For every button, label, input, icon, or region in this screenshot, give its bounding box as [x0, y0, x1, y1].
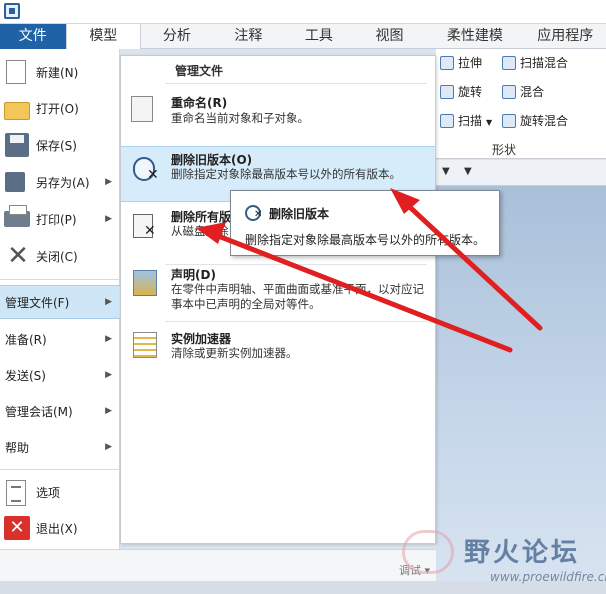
menu-divider	[0, 279, 120, 280]
tab-model[interactable]: 模型	[65, 24, 142, 49]
menu-close[interactable]: ✕ 关闭(C)	[0, 239, 120, 273]
rename-icon	[127, 92, 159, 124]
tab-view[interactable]: 视图	[354, 24, 426, 49]
chevron-down-icon[interactable]: ▼	[464, 166, 472, 177]
submenu-title: 管理文件	[175, 64, 224, 78]
tab-annotate[interactable]: 注释	[213, 24, 285, 49]
swept-blend-icon	[502, 56, 516, 70]
menu-print[interactable]: 打印(P) ▶	[0, 202, 120, 236]
revolve-icon	[440, 85, 454, 99]
submenu-divider	[165, 83, 427, 84]
submenu-item-instance-accelerator[interactable]: 实例加速器 清除或更新实例加速器。	[121, 324, 435, 368]
ribbon-tabs: 文件 模型 分析 注释 工具 视图 柔性建模 应用程序	[0, 24, 606, 49]
menu-save[interactable]: 保存(S)	[0, 128, 120, 162]
chevron-right-icon: ▶	[105, 334, 112, 344]
options-icon	[2, 478, 32, 506]
menu-manage-file[interactable]: 管理文件(F) ▶	[0, 285, 120, 319]
open-folder-icon	[2, 94, 32, 122]
file-menu: 新建(N) 打开(O) 保存(S) 另存为(A) ▶ 打印(P) ▶ ✕ 关闭(…	[0, 49, 120, 549]
swept-blend-button[interactable]: 扫描混合	[502, 53, 568, 73]
revolve-button[interactable]: 旋转	[440, 82, 482, 102]
chevron-right-icon: ▶	[105, 297, 112, 307]
extrude-icon	[440, 56, 454, 70]
blend-button[interactable]: 混合	[502, 82, 544, 102]
dropdown-arrow-icon[interactable]: ▼	[486, 118, 492, 127]
chevron-down-icon[interactable]: ▼	[442, 166, 450, 177]
tab-analysis[interactable]: 分析	[141, 24, 213, 49]
close-icon: ✕	[7, 241, 29, 271]
model-tree-bar: ▼ ▼	[436, 160, 606, 186]
delete-old-versions-icon	[127, 153, 159, 185]
rotational-blend-button[interactable]: 旋转混合	[502, 111, 568, 131]
app-icon[interactable]	[4, 3, 20, 19]
tab-flexible-modeling[interactable]: 柔性建模	[425, 24, 524, 49]
extrude-button[interactable]: 拉伸	[440, 53, 482, 73]
submenu-divider	[165, 321, 427, 322]
new-file-icon	[2, 58, 32, 86]
group-label-shape: 形状	[492, 143, 517, 157]
menu-divider	[0, 469, 120, 470]
save-icon	[2, 131, 32, 159]
menu-manage-session[interactable]: 管理会话(M) ▶	[0, 394, 120, 428]
submenu-item-rename[interactable]: 重命名(R) 重命名当前对象和子对象。	[121, 86, 435, 144]
delete-old-versions-icon	[245, 205, 262, 221]
chevron-right-icon: ▶	[105, 370, 112, 380]
submenu-item-declare[interactable]: 声明(D) 在零件中声明轴、平面曲面或基准平面，以对应记事本中已声明的全局对等件…	[121, 260, 435, 320]
watermark: 野火论坛 www.proewildfire.cn	[400, 524, 606, 594]
menu-help[interactable]: 帮助 ▶	[0, 430, 120, 464]
menu-prepare[interactable]: 准备(R) ▶	[0, 322, 120, 356]
rotational-blend-icon	[502, 114, 516, 128]
menu-save-as[interactable]: 另存为(A) ▶	[0, 165, 120, 199]
quick-access-toolbar	[0, 0, 606, 24]
tooltip-delete-old-versions: 删除旧版本 删除指定对象除最高版本号以外的所有版本。	[230, 190, 500, 256]
menu-options[interactable]: 选项	[0, 475, 120, 509]
status-bar: 调试 ▾	[0, 549, 436, 581]
save-as-icon	[2, 168, 32, 196]
chevron-right-icon: ▶	[105, 214, 112, 224]
menu-send[interactable]: 发送(S) ▶	[0, 358, 120, 392]
sweep-icon	[440, 114, 454, 128]
tab-applications[interactable]: 应用程序	[525, 24, 606, 49]
declare-icon	[127, 266, 159, 298]
sweep-button[interactable]: 扫描 ▼	[440, 111, 492, 131]
ribbon-shapes-group: 拉伸 扫描混合 旋转 混合 扫描 ▼ 旋转混合 形状	[436, 49, 606, 159]
exit-icon: ✕	[2, 514, 32, 542]
menu-open[interactable]: 打开(O)	[0, 91, 120, 125]
blend-icon	[502, 85, 516, 99]
print-icon	[2, 205, 32, 233]
chevron-right-icon: ▶	[105, 442, 112, 452]
instance-accelerator-icon	[127, 328, 159, 360]
menu-new[interactable]: 新建(N)	[0, 55, 120, 89]
chevron-right-icon: ▶	[105, 177, 112, 187]
menu-exit[interactable]: ✕ 退出(X)	[0, 511, 120, 545]
tab-tools[interactable]: 工具	[284, 24, 354, 49]
tab-file[interactable]: 文件	[0, 24, 66, 49]
delete-all-versions-icon	[127, 210, 159, 242]
chevron-right-icon: ▶	[105, 406, 112, 416]
manage-file-submenu: 管理文件 重命名(R) 重命名当前对象和子对象。 删除旧版本(O) 删除指定对象…	[120, 55, 436, 544]
watermark-logo-icon	[402, 530, 454, 574]
